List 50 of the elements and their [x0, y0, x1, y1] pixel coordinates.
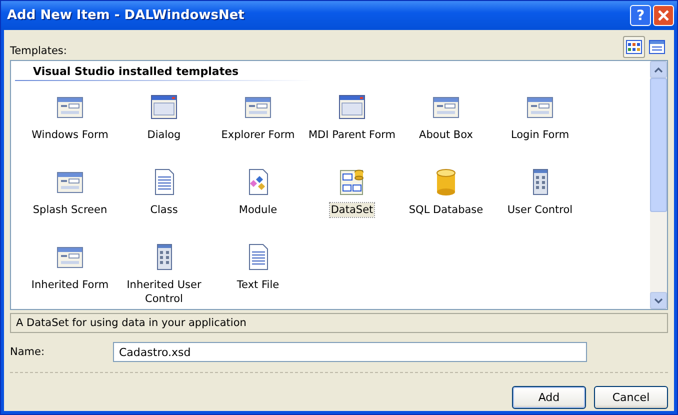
- template-label: MDI Parent Form: [308, 128, 396, 142]
- name-field[interactable]: Cadastro.xsd: [113, 342, 587, 362]
- template-item[interactable]: Login Form: [493, 91, 587, 166]
- help-button[interactable]: ?: [630, 5, 651, 26]
- template-label: SQL Database: [408, 203, 484, 217]
- template-item[interactable]: About Box: [399, 91, 493, 166]
- template-label: Explorer Form: [220, 128, 296, 142]
- cancel-button[interactable]: Cancel: [594, 386, 668, 409]
- template-label: Splash Screen: [32, 203, 108, 217]
- list-view-icon: [649, 40, 665, 54]
- large-icons-icon: [626, 40, 642, 54]
- template-item[interactable]: Text File: [211, 241, 305, 316]
- template-item[interactable]: DataSet: [305, 166, 399, 241]
- template-label: DataSet: [330, 203, 374, 217]
- scroll-thumb[interactable]: [650, 78, 667, 212]
- group-header: Visual Studio installed templates: [15, 65, 313, 81]
- template-label: Windows Form: [30, 128, 110, 142]
- template-label: Inherited User Control: [126, 278, 202, 306]
- template-item[interactable]: Inherited Form: [23, 241, 117, 316]
- template-item[interactable]: Class: [117, 166, 211, 241]
- scroll-down-button[interactable]: [650, 292, 667, 309]
- template-label: Dialog: [146, 128, 182, 142]
- description-text: A DataSet for using data in your application: [16, 317, 246, 329]
- templates-label: Templates:: [10, 45, 67, 58]
- name-label: Name:: [10, 346, 46, 358]
- scrollbar[interactable]: [650, 61, 667, 309]
- close-button[interactable]: [653, 5, 674, 26]
- template-item[interactable]: Module: [211, 166, 305, 241]
- chevron-down-icon: [654, 298, 663, 304]
- template-item[interactable]: MDI Parent Form: [305, 91, 399, 166]
- template-item[interactable]: Dialog: [117, 91, 211, 166]
- template-label: Inherited Form: [30, 278, 110, 292]
- window-title: Add New Item - DALWindowsNet: [7, 8, 246, 23]
- large-icons-view-button[interactable]: [623, 36, 645, 58]
- template-label: About Box: [418, 128, 474, 142]
- chevron-up-icon: [654, 66, 663, 72]
- template-label: User Control: [506, 203, 574, 217]
- template-label: Text File: [236, 278, 280, 292]
- close-icon: [657, 9, 670, 22]
- add-button[interactable]: Add: [512, 386, 586, 409]
- template-label: Module: [238, 203, 278, 217]
- template-item[interactable]: Windows Form: [23, 91, 117, 166]
- template-item[interactable]: User Control: [493, 166, 587, 241]
- scroll-up-button[interactable]: [650, 61, 667, 78]
- template-item[interactable]: SQL Database: [399, 166, 493, 241]
- template-item[interactable]: Splash Screen: [23, 166, 117, 241]
- template-label: Class: [149, 203, 179, 217]
- template-item[interactable]: Inherited User Control: [117, 241, 211, 316]
- template-label: Login Form: [510, 128, 570, 142]
- template-item[interactable]: Explorer Form: [211, 91, 305, 166]
